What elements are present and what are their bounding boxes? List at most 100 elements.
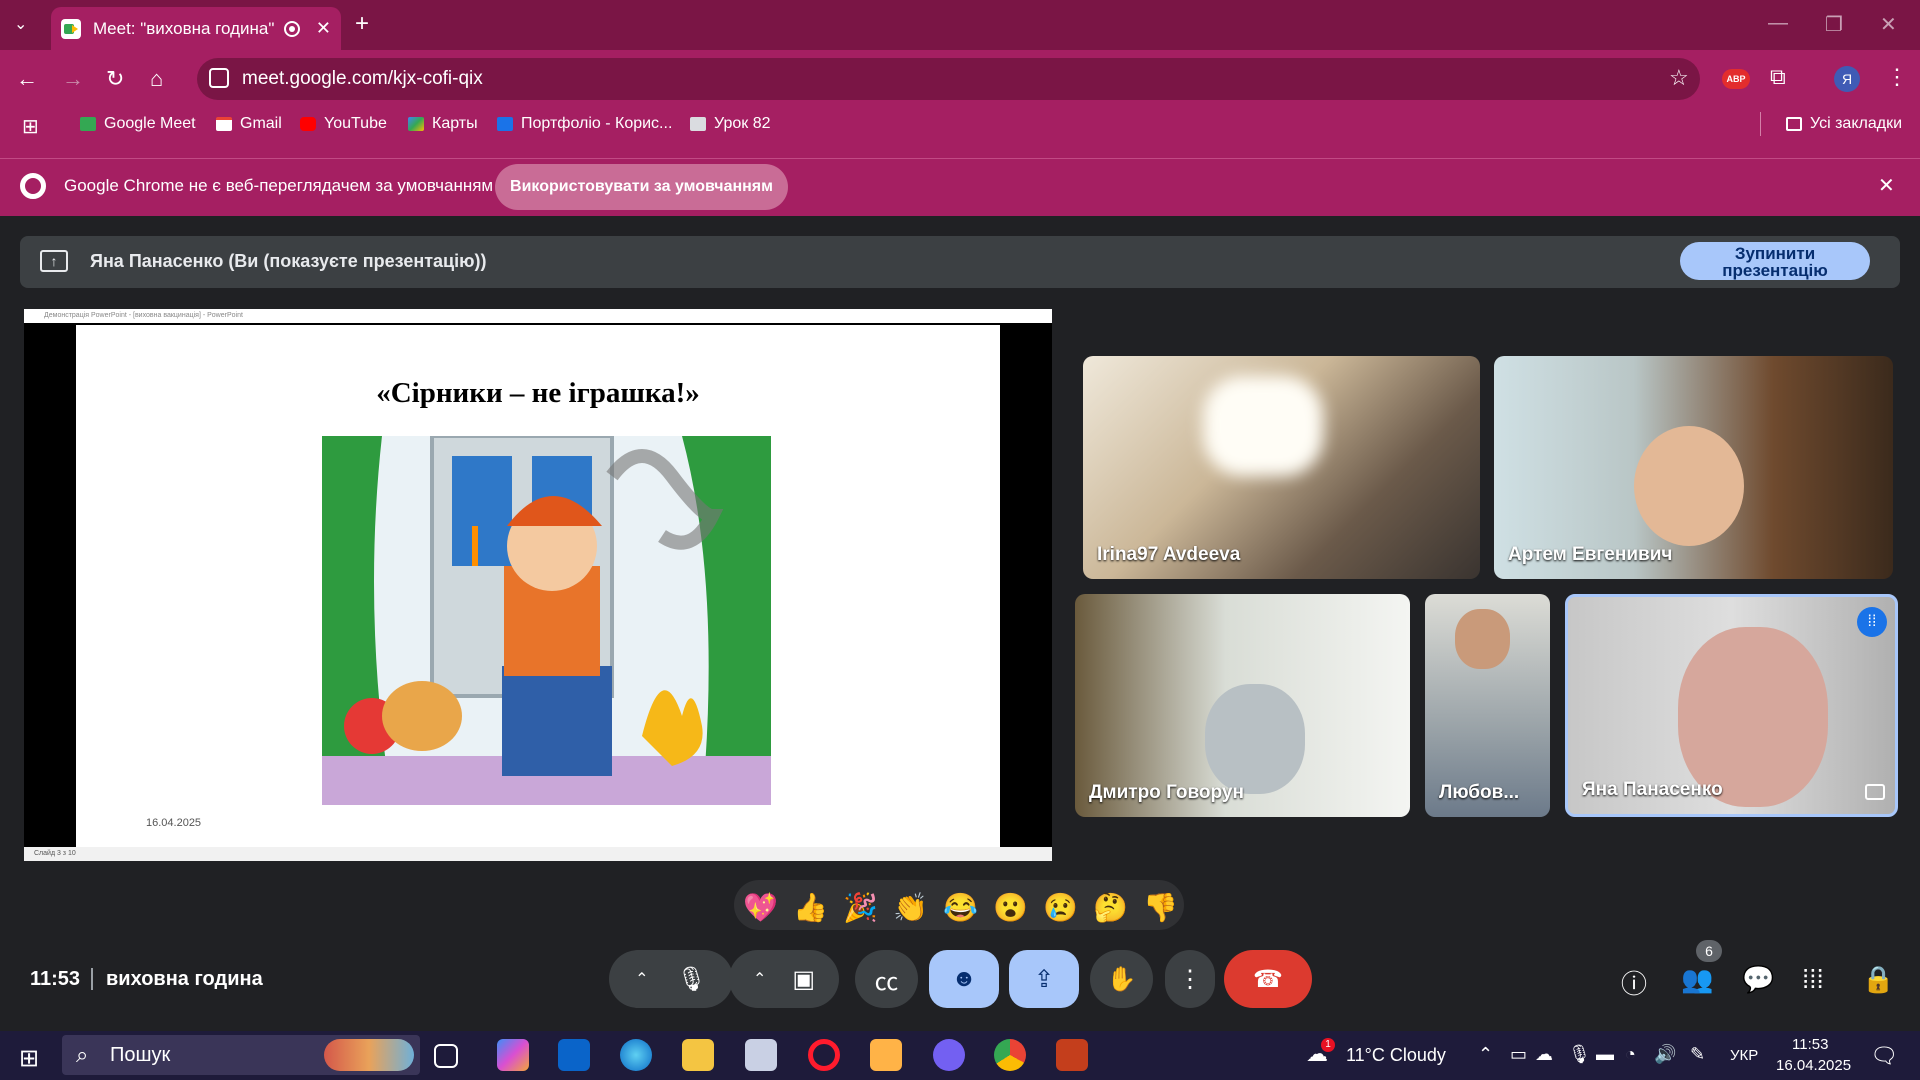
- camera-icon[interactable]: ▣: [792, 965, 815, 994]
- set-default-button[interactable]: Використовувати за умовчанням: [495, 164, 788, 210]
- back-icon[interactable]: ←: [16, 66, 38, 92]
- taskbar-date[interactable]: 16.04.2025: [1776, 1057, 1851, 1074]
- present-button[interactable]: ⇪: [1009, 950, 1079, 1008]
- tab-search-chevron-icon[interactable]: ⌄: [14, 14, 27, 34]
- activities-icon[interactable]: ⁞⁞⁞: [1802, 964, 1824, 995]
- reaction-surprised[interactable]: 😮: [993, 891, 1028, 924]
- reload-icon[interactable]: ↻: [106, 66, 124, 92]
- input-language[interactable]: УКР: [1730, 1047, 1758, 1064]
- home-icon[interactable]: ⌂: [150, 66, 163, 92]
- reaction-thinking[interactable]: 🤔: [1093, 891, 1128, 924]
- slide: «Сірники – не іграшка!» 16.04.2025: [76, 325, 1000, 847]
- chrome-taskbar-icon[interactable]: [994, 1039, 1026, 1071]
- window-glare: [1203, 376, 1323, 476]
- bookmark-star-icon[interactable]: ☆: [1669, 65, 1689, 91]
- file-explorer-icon[interactable]: [682, 1039, 714, 1071]
- tray-overflow-icon[interactable]: ⌃: [1478, 1044, 1493, 1065]
- reaction-clap[interactable]: 👏: [893, 891, 928, 924]
- all-bookmarks[interactable]: Усі закладки: [1786, 115, 1902, 133]
- viber-icon[interactable]: [933, 1039, 965, 1071]
- participant-tile-self[interactable]: ⁞⁞ Яна Панасенко: [1565, 594, 1898, 817]
- recording-icon: [283, 20, 300, 37]
- presenting-text: Яна Панасенко (Ви (показуєте презентацію…: [90, 251, 487, 271]
- people-icon[interactable]: 👥: [1681, 964, 1713, 995]
- pip-icon[interactable]: [1865, 784, 1885, 800]
- tray-meet-icon[interactable]: ▭: [1510, 1044, 1527, 1065]
- copilot-icon[interactable]: [497, 1039, 529, 1071]
- reaction-thumbs-up[interactable]: 👍: [793, 891, 828, 924]
- photos-app-icon[interactable]: [870, 1039, 902, 1071]
- bookmark-youtube[interactable]: YouTube: [300, 115, 387, 133]
- apps-grid-icon[interactable]: ⊞: [22, 114, 39, 139]
- taskbar-time[interactable]: 11:53: [1792, 1036, 1828, 1053]
- task-view-icon[interactable]: [434, 1044, 458, 1068]
- participant-face: [1205, 684, 1305, 794]
- participant-tile[interactable]: Дмитро Говорун: [1075, 594, 1410, 817]
- volume-icon[interactable]: 🔊: [1654, 1044, 1676, 1065]
- bookmark-portfolio[interactable]: Портфоліо - Корис...: [497, 115, 672, 133]
- microphone-icon[interactable]: 🎙: [676, 965, 706, 994]
- video-options-chevron-icon[interactable]: ⌃: [753, 969, 766, 989]
- reaction-sad[interactable]: 😢: [1043, 891, 1078, 924]
- stop-presenting-button[interactable]: Зупинити презентацію: [1680, 242, 1870, 280]
- more-options-button[interactable]: ⋮: [1165, 950, 1215, 1008]
- reaction-heart[interactable]: 💖: [743, 891, 778, 924]
- outlook-icon[interactable]: [558, 1039, 590, 1071]
- captions-button[interactable]: ㏄: [855, 950, 918, 1008]
- reaction-thumbs-down[interactable]: 👎: [1143, 891, 1178, 924]
- tab-strip: ⌄ Meet: "виховна година" ✕ + — ❐ ✕: [0, 0, 1920, 50]
- new-tab-icon[interactable]: +: [355, 10, 369, 38]
- participant-face: [1455, 609, 1510, 669]
- paint-icon[interactable]: [745, 1039, 777, 1071]
- leave-call-button[interactable]: ☎: [1224, 950, 1312, 1008]
- emoji-reactions-button[interactable]: ☻: [929, 950, 999, 1008]
- tab-meet[interactable]: Meet: "виховна година" ✕: [51, 7, 341, 50]
- adblock-icon[interactable]: ABP: [1722, 69, 1750, 89]
- profile-avatar[interactable]: Я: [1834, 66, 1860, 92]
- audio-options-chevron-icon[interactable]: ⌃: [635, 969, 648, 989]
- clock-divider: [91, 968, 93, 990]
- participant-tile[interactable]: Артем Евгенивич: [1494, 356, 1893, 579]
- microphone-control[interactable]: ⌃ 🎙: [609, 950, 733, 1008]
- camera-control[interactable]: ⌃ ▣: [729, 950, 839, 1008]
- bookmark-gmail[interactable]: Gmail: [216, 115, 282, 133]
- pen-icon[interactable]: ✎: [1690, 1044, 1705, 1065]
- reaction-laugh[interactable]: 😂: [943, 891, 978, 924]
- wifi-icon[interactable]: ◔: [1625, 1044, 1636, 1065]
- reaction-party[interactable]: 🎉: [843, 891, 878, 924]
- forward-icon[interactable]: →: [62, 66, 84, 92]
- onedrive-icon[interactable]: ☁: [1535, 1044, 1553, 1065]
- mic-tray-icon[interactable]: 🎙: [1568, 1044, 1591, 1065]
- infobar-close-icon[interactable]: ✕: [1878, 173, 1895, 198]
- meeting-info-icon[interactable]: ⓘ: [1621, 964, 1647, 1001]
- weather-text[interactable]: 11°C Cloudy: [1346, 1045, 1446, 1066]
- menu-icon[interactable]: ⋮: [1886, 64, 1908, 90]
- restore-icon[interactable]: ❐: [1825, 12, 1843, 37]
- minimize-icon[interactable]: —: [1768, 12, 1788, 35]
- edge-icon[interactable]: [620, 1039, 652, 1071]
- chrome-icon: [20, 173, 46, 199]
- raise-hand-button[interactable]: ✋: [1090, 950, 1153, 1008]
- address-bar[interactable]: meet.google.com/kjx-cofi-qix ☆: [197, 58, 1700, 100]
- bookmark-google-meet[interactable]: Google Meet: [80, 115, 196, 133]
- slide-date: 16.04.2025: [146, 817, 202, 829]
- opera-icon[interactable]: [808, 1039, 840, 1071]
- notifications-icon[interactable]: 🗨: [1870, 1043, 1898, 1069]
- hand-icon: ✋: [1106, 965, 1137, 993]
- host-controls-icon[interactable]: 🔒: [1862, 964, 1894, 995]
- chat-icon[interactable]: 💬: [1742, 964, 1774, 995]
- participant-tile[interactable]: Irina97 Avdeeva: [1083, 356, 1480, 579]
- bookmark-maps[interactable]: Карты: [408, 115, 478, 133]
- battery-icon[interactable]: ▬: [1596, 1044, 1614, 1065]
- meeting-name: виховна година: [106, 968, 263, 990]
- slideshow-status: Слайд 3 з 10: [24, 847, 1052, 861]
- tab-close-icon[interactable]: ✕: [316, 18, 331, 39]
- bookmark-lesson-82[interactable]: Урок 82: [690, 115, 770, 133]
- taskbar-search[interactable]: ⌕ Пошук: [62, 1035, 420, 1075]
- powerpoint-icon[interactable]: [1056, 1039, 1088, 1071]
- participant-tile[interactable]: Любов...: [1425, 594, 1550, 817]
- window-close-icon[interactable]: ✕: [1880, 12, 1897, 37]
- windows-start-icon[interactable]: ⊞: [19, 1044, 39, 1073]
- extensions-icon[interactable]: ⧉: [1770, 64, 1786, 90]
- camera-indicator-icon[interactable]: [209, 68, 229, 88]
